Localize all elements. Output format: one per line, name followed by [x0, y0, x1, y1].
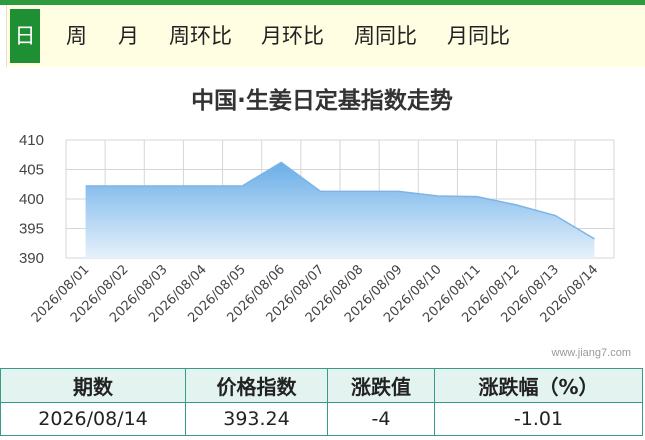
summary-data-row: 2026/08/14 393.24 -4 -1.01: [0, 402, 643, 436]
y-tick-label: 405: [19, 162, 44, 179]
tab-day[interactable]: 日: [10, 9, 40, 63]
tab-month-on-month[interactable]: 月环比: [261, 5, 324, 67]
y-tick-label: 390: [19, 250, 44, 267]
tab-month-year-on-year[interactable]: 月同比: [447, 5, 510, 67]
cell-price-index: 393.24: [185, 402, 328, 436]
header-price-index: 价格指数: [185, 368, 328, 403]
cell-change-percent: -1.01: [434, 402, 643, 436]
watermark: www.jiang7.com: [551, 347, 631, 359]
header-change-value: 涨跌值: [327, 368, 435, 403]
cell-period: 2026/08/14: [0, 402, 186, 436]
tab-week-on-week[interactable]: 周环比: [169, 5, 232, 67]
summary-header-row: 期数 价格指数 涨跌值 涨跌幅（%）: [0, 368, 643, 403]
header-change-percent: 涨跌幅（%）: [434, 368, 643, 403]
tab-month[interactable]: 月: [118, 5, 139, 67]
y-tick-label: 400: [19, 191, 44, 208]
tab-week[interactable]: 周: [66, 5, 87, 67]
header-period: 期数: [0, 368, 186, 403]
ginger-index-chart: 中国·生姜日定基指数走势 390 395 400 405 410 2026/08/012…: [19, 87, 615, 326]
y-axis: 390 395 400 405 410: [19, 132, 44, 267]
summary-table: 期数 价格指数 涨跌值 涨跌幅（%） 2026/08/14 393.24 -4 …: [0, 368, 643, 436]
y-tick-label: 395: [19, 221, 44, 238]
y-tick-label: 410: [19, 132, 44, 149]
period-tab-bar: 日 周 月 周环比 月环比 周同比 月同比: [6, 5, 645, 67]
chart-title: 中国·生姜日定基指数走势: [191, 87, 453, 114]
tab-week-year-on-year[interactable]: 周同比: [354, 5, 417, 67]
cell-change-value: -4: [327, 402, 435, 436]
x-axis: 2026/08/012026/08/022026/08/032026/08/04…: [29, 262, 601, 326]
